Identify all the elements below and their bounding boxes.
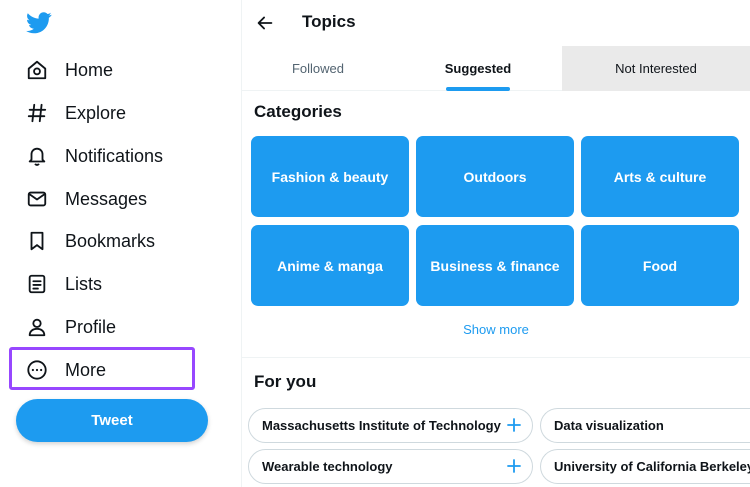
category-tile[interactable]: Business & finance — [416, 225, 574, 306]
nav-item-lists[interactable]: Lists — [22, 264, 102, 304]
topic-label: Data visualization — [554, 418, 664, 433]
category-tile[interactable]: Arts & culture — [581, 136, 739, 217]
hashtag-icon — [22, 98, 52, 128]
plus-icon[interactable] — [506, 417, 522, 433]
page-title: Topics — [302, 12, 356, 31]
sidebar: Home Explore Notifications Messages Book… — [0, 0, 241, 487]
nav-item-messages[interactable]: Messages — [22, 179, 147, 219]
nav-label: Home — [65, 59, 114, 80]
tweet-button[interactable]: Tweet — [16, 399, 208, 442]
category-tile[interactable]: Food — [581, 225, 739, 306]
topic-pill[interactable]: Wearable technology — [248, 449, 533, 484]
nav-label: Profile — [65, 316, 117, 337]
list-icon — [22, 269, 52, 299]
bookmark-icon — [22, 226, 52, 256]
person-icon — [22, 312, 52, 342]
home-icon — [22, 55, 52, 85]
category-tile[interactable]: Fashion & beauty — [251, 136, 409, 217]
active-tab-indicator — [446, 87, 510, 91]
more-highlight-box — [9, 347, 195, 390]
topic-pill[interactable]: Data visualization — [540, 408, 750, 443]
nav-item-home[interactable]: Home — [22, 50, 113, 90]
tab-label: Followed — [291, 61, 345, 76]
bell-icon — [22, 141, 52, 171]
nav-item-explore[interactable]: Explore — [22, 93, 126, 133]
page-header: Topics — [242, 0, 750, 46]
nav-label: Notifications — [65, 145, 164, 166]
tab-followed[interactable]: Followed — [242, 46, 394, 91]
section-divider — [242, 357, 750, 358]
tab-label: Not Interested — [615, 61, 697, 76]
tab-bar: Followed Suggested Not Interested — [242, 46, 750, 91]
nav-label: Messages — [65, 188, 148, 209]
tab-label: Suggested — [444, 61, 512, 76]
arrow-left-icon[interactable] — [254, 12, 276, 34]
topic-label: University of California Berkeley — [554, 459, 750, 474]
show-more-link[interactable]: Show more — [242, 322, 750, 337]
envelope-icon — [22, 184, 52, 214]
nav-item-profile[interactable]: Profile — [22, 307, 116, 347]
plus-icon[interactable] — [506, 458, 522, 474]
topic-label: Wearable technology — [262, 459, 393, 474]
nav-item-bookmarks[interactable]: Bookmarks — [22, 221, 155, 261]
topic-pill[interactable]: Massachusetts Institute of Technology — [248, 408, 533, 443]
tab-suggested[interactable]: Suggested — [414, 46, 542, 91]
nav-label: Explore — [65, 102, 127, 123]
nav-label: Bookmarks — [65, 230, 156, 251]
nav-label: Lists — [65, 273, 103, 294]
topic-pill[interactable]: University of California Berkeley — [540, 449, 750, 484]
for-you-heading: For you — [254, 372, 317, 391]
twitter-bird-icon[interactable] — [26, 12, 52, 34]
category-tile[interactable]: Anime & manga — [251, 225, 409, 306]
topic-label: Massachusetts Institute of Technology — [262, 418, 501, 433]
category-tile[interactable]: Outdoors — [416, 136, 574, 217]
nav-item-notifications[interactable]: Notifications — [22, 136, 163, 176]
main-content: Topics Followed Suggested Not Interested… — [242, 0, 750, 487]
tab-not-interested[interactable]: Not Interested — [562, 46, 750, 91]
categories-heading: Categories — [254, 102, 342, 121]
